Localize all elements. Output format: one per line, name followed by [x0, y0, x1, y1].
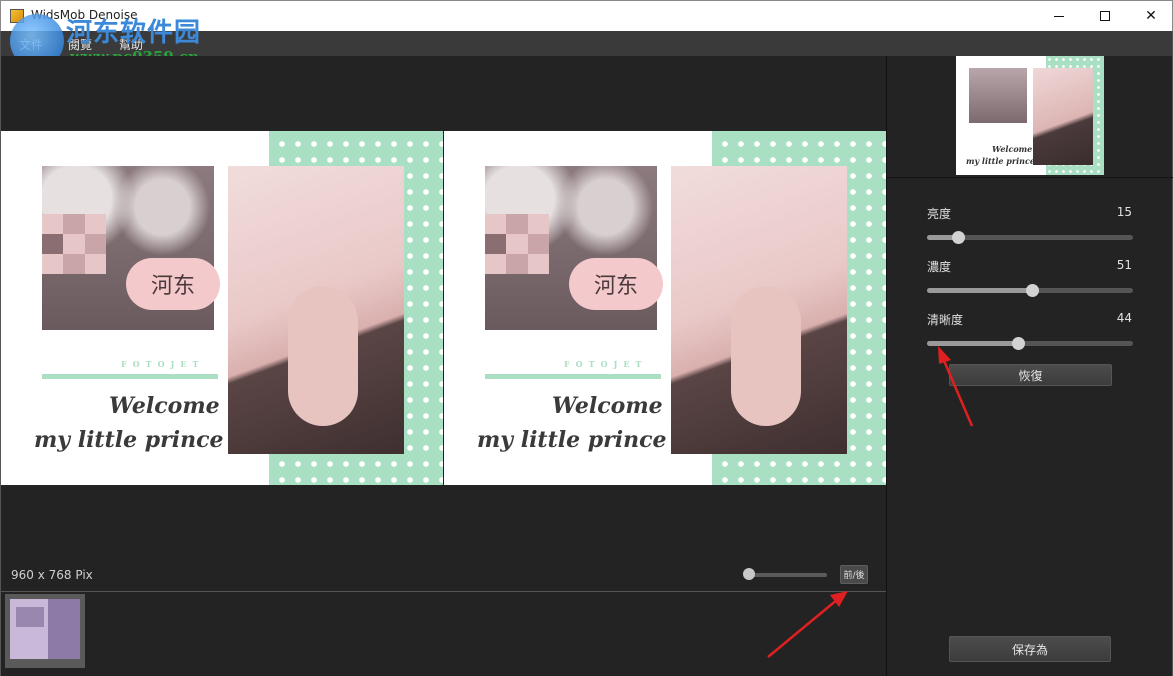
save-as-button[interactable]: 保存為 [949, 636, 1111, 662]
original-image-pane[interactable]: 河东 FOTOJET Welcome my little prince [1, 131, 443, 485]
welcome-text: Welcome [109, 393, 220, 419]
mosaic-block [42, 214, 106, 274]
girl-photo [228, 166, 404, 454]
thumbnail-image [10, 599, 80, 659]
adjustment-panel: Welcome my little prince 亮度 15 濃度 51 清晰度… [887, 56, 1173, 676]
sharpness-handle[interactable] [1011, 337, 1025, 350]
brightness-label: 亮度 [927, 207, 952, 221]
cloud-label: 河东 [126, 258, 220, 310]
prince-text: my little prince [34, 427, 224, 453]
minimize-button[interactable] [1036, 1, 1082, 31]
image-dimensions: 960 x 768 Pix [11, 568, 93, 582]
preview-girl-photo [1033, 68, 1093, 165]
app-icon [10, 9, 24, 23]
menu-file[interactable]: 文件 [19, 36, 43, 53]
maximize-button[interactable] [1082, 1, 1128, 31]
girl-photo [671, 166, 847, 454]
preview-cat-photo [969, 68, 1027, 123]
filmstrip [0, 591, 886, 676]
preview-prince-text: my little prince [966, 156, 1035, 166]
saturation-slider[interactable] [927, 284, 1133, 297]
saturation-value: 51 [1116, 258, 1132, 272]
menu-view[interactable]: 閱覽 [68, 36, 92, 53]
before-after-button[interactable]: 前/後 [840, 565, 868, 584]
minimize-icon [1054, 15, 1064, 17]
saturation-fill [927, 288, 1033, 293]
preview-thumbnail: Welcome my little prince [956, 56, 1104, 175]
cat-photo: 河东 [42, 166, 220, 330]
title-bar: WidsMob Denoise ✕ [0, 0, 1173, 31]
processed-image-pane[interactable]: 河东 FOTOJET Welcome my little prince [444, 131, 886, 485]
prince-text: my little prince [477, 427, 667, 453]
maximize-icon [1100, 11, 1110, 21]
cloud-label: 河东 [569, 258, 663, 310]
menu-bar: 文件 閱覽 幫助 [0, 31, 1173, 56]
brightness-slider[interactable] [927, 231, 1133, 244]
reset-button[interactable]: 恢復 [949, 364, 1112, 386]
fotojet-text: FOTOJET [121, 359, 205, 369]
brightness-value: 15 [1116, 205, 1132, 219]
welcome-text: Welcome [552, 393, 663, 419]
cat-photo: 河东 [485, 166, 663, 330]
zoom-slider[interactable] [746, 573, 827, 577]
mosaic-block [485, 214, 549, 274]
filmstrip-thumbnail[interactable] [5, 594, 85, 668]
menu-help[interactable]: 幫助 [119, 36, 143, 53]
green-divider [42, 374, 218, 379]
fotojet-text: FOTOJET [564, 359, 648, 369]
sharpness-value: 44 [1116, 311, 1132, 325]
preview-divider [887, 177, 1173, 178]
sharpness-fill [927, 341, 1018, 346]
close-button[interactable]: ✕ [1128, 1, 1173, 31]
sharpness-label: 清晰度 [927, 313, 964, 327]
saturation-label: 濃度 [927, 260, 952, 274]
preview-welcome-text: Welcome [992, 144, 1033, 154]
close-icon: ✕ [1145, 8, 1157, 24]
green-divider [485, 374, 661, 379]
sharpness-slider[interactable] [927, 337, 1133, 350]
zoom-slider-handle[interactable] [743, 568, 755, 580]
brightness-handle[interactable] [951, 231, 965, 244]
saturation-handle[interactable] [1026, 284, 1040, 297]
window-title: WidsMob Denoise [31, 8, 138, 22]
